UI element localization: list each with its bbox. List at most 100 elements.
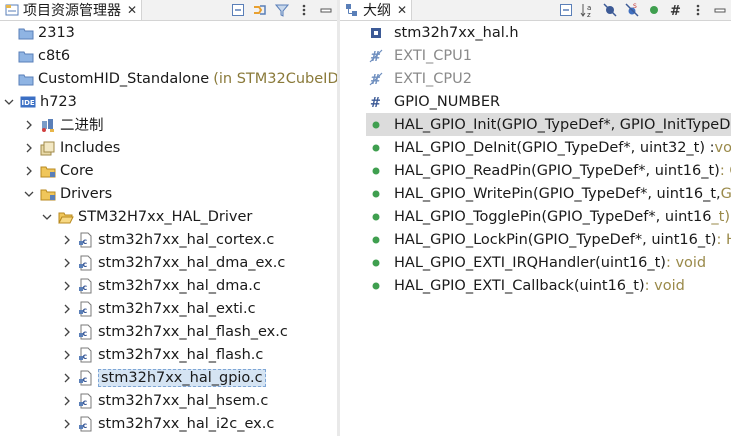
- outline-item-return-type: _t) : void: [711, 208, 731, 225]
- tree-item[interactable]: c stm32h7xx_hal_flash_ex.c: [60, 320, 288, 343]
- filter-icon[interactable]: [274, 2, 290, 18]
- outline-item[interactable]: HAL_GPIO_TogglePin(GPIO_TypeDef*, uint16…: [368, 205, 731, 228]
- tree-item[interactable]: c stm32h7xx_hal_gpio.c: [60, 366, 266, 389]
- function-icon: [368, 278, 384, 294]
- tree-item[interactable]: STM32H7xx_HAL_Driver: [40, 205, 252, 228]
- tree-item[interactable]: c stm32h7xx_hal_i2c_ex.c: [60, 412, 274, 435]
- tab-project-explorer[interactable]: 项目资源管理器 ✕: [0, 0, 143, 20]
- chevron-right-icon[interactable]: [60, 325, 74, 339]
- chevron-right-icon[interactable]: [60, 348, 74, 362]
- view-menu-icon[interactable]: [296, 2, 312, 18]
- outline-item[interactable]: HAL_GPIO_EXTI_IRQHandler(uint16_t) : voi…: [368, 251, 706, 274]
- tree-item[interactable]: IDE h723: [2, 90, 77, 113]
- chevron-right-icon[interactable]: [60, 279, 74, 293]
- function-icon: [368, 232, 384, 248]
- tree-item-label: CustomHID_Standalone: [38, 70, 210, 87]
- tree-item[interactable]: CustomHID_Standalone(in STM32CubeIDE): [18, 67, 337, 90]
- function-icon: [368, 186, 384, 202]
- svg-text:c: c: [83, 329, 88, 338]
- svg-text:#: #: [670, 4, 681, 17]
- svg-text:c: c: [83, 375, 88, 384]
- outline-item[interactable]: stm32h7xx_hal.h: [368, 21, 519, 44]
- chevron-down-icon[interactable]: [40, 210, 54, 224]
- outline-item-label: HAL_GPIO_Init(GPIO_TypeDef*, GPIO_InitTy…: [394, 116, 731, 133]
- outline-item[interactable]: # EXTI_CPU2: [368, 67, 472, 90]
- svg-text:c: c: [83, 352, 88, 361]
- outline-item[interactable]: HAL_GPIO_EXTI_Callback(uint16_t) : void: [368, 274, 685, 297]
- outline-item-label: HAL_GPIO_TogglePin(GPIO_TypeDef*, uint16: [394, 208, 712, 225]
- tab-outline[interactable]: 大纲 ✕: [340, 0, 413, 20]
- chevron-right-icon[interactable]: [60, 417, 74, 431]
- chevron-right-icon[interactable]: [60, 302, 74, 316]
- project-explorer-toolbar: [227, 0, 337, 20]
- close-icon[interactable]: ✕: [127, 3, 137, 17]
- tree-item[interactable]: c stm32h7xx_hal_cortex.c: [60, 228, 274, 251]
- chevron-right-icon[interactable]: [60, 371, 74, 385]
- tree-item[interactable]: c stm32h7xx_hal_hsem.c: [60, 389, 268, 412]
- close-icon[interactable]: ✕: [397, 3, 407, 17]
- c-file-icon: c: [78, 347, 94, 363]
- tree-item[interactable]: Core: [22, 159, 94, 182]
- chevron-down-icon[interactable]: [22, 187, 36, 201]
- collapse-all-icon[interactable]: [230, 2, 246, 18]
- outline-item-label: GPIO_NUMBER: [394, 93, 501, 110]
- hide-non-public-icon[interactable]: [646, 2, 662, 18]
- project-folder-icon: [18, 71, 34, 87]
- chevron-right-icon[interactable]: [22, 118, 36, 132]
- hide-macros-icon[interactable]: #: [668, 2, 684, 18]
- source-folder-icon: [40, 163, 56, 179]
- outline-item[interactable]: HAL_GPIO_DeInit(GPIO_TypeDef*, uint32_t)…: [368, 136, 731, 159]
- outline-item-return-type: : HAL_StatusTypeDef: [716, 231, 731, 248]
- outline-item[interactable]: HAL_GPIO_WritePin(GPIO_TypeDef*, uint16_…: [368, 182, 731, 205]
- svg-text:#: #: [370, 96, 381, 109]
- chevron-right-icon[interactable]: [60, 233, 74, 247]
- chevron-right-icon[interactable]: [60, 394, 74, 408]
- macro-inactive-icon: #: [368, 48, 384, 64]
- outline-item[interactable]: # EXTI_CPU1: [368, 44, 472, 67]
- hide-static-icon[interactable]: S: [624, 2, 640, 18]
- tab-title: 项目资源管理器: [23, 3, 121, 19]
- c-file-icon: c: [78, 370, 94, 386]
- tree-item[interactable]: Drivers: [22, 182, 112, 205]
- outline-item[interactable]: HAL_GPIO_LockPin(GPIO_TypeDef*, uint16_t…: [368, 228, 731, 251]
- tree-item[interactable]: c stm32h7xx_hal_dma_ex.c: [60, 251, 285, 274]
- tree-item[interactable]: c stm32h7xx_hal_dma.c: [60, 274, 261, 297]
- outline-item[interactable]: HAL_GPIO_Init(GPIO_TypeDef*, GPIO_InitTy…: [366, 113, 731, 136]
- include-icon: [368, 25, 384, 41]
- tree-item-qualifier: (in STM32CubeIDE): [213, 70, 337, 87]
- sort-icon[interactable]: az: [580, 2, 596, 18]
- chevron-right-icon[interactable]: [22, 141, 36, 155]
- view-menu-icon[interactable]: [690, 2, 706, 18]
- c-file-icon: c: [78, 255, 94, 271]
- source-folder-icon: [40, 186, 56, 202]
- tree-item[interactable]: c8t6: [18, 44, 70, 67]
- tree-item[interactable]: 二进制: [22, 113, 104, 136]
- outline-icon: [344, 2, 360, 18]
- chevron-down-icon[interactable]: [2, 95, 16, 109]
- tree-item[interactable]: c stm32h7xx_hal_exti.c: [60, 297, 256, 320]
- minimize-icon[interactable]: [318, 2, 334, 18]
- link-with-editor-icon[interactable]: [252, 2, 268, 18]
- macro-icon: #: [368, 94, 384, 110]
- collapse-all-icon[interactable]: [558, 2, 574, 18]
- tree-item[interactable]: 2313: [18, 21, 75, 44]
- svg-text:c: c: [83, 237, 88, 246]
- function-icon: [368, 209, 384, 225]
- minimize-icon[interactable]: [712, 2, 728, 18]
- svg-text:c: c: [83, 306, 88, 315]
- hide-fields-icon[interactable]: [602, 2, 618, 18]
- tree-item[interactable]: Includes: [22, 136, 120, 159]
- tree-item-label: stm32h7xx_hal_flash.c: [98, 346, 264, 363]
- outline-item-label: HAL_GPIO_DeInit(GPIO_TypeDef*, uint32_t)…: [394, 139, 715, 156]
- chevron-right-icon[interactable]: [60, 256, 74, 270]
- outline-item-label: HAL_GPIO_ReadPin(GPIO_TypeDef*, uint16_t…: [394, 162, 720, 179]
- outline-item[interactable]: HAL_GPIO_ReadPin(GPIO_TypeDef*, uint16_t…: [368, 159, 731, 182]
- tree-item-label: Drivers: [60, 185, 113, 202]
- open-folder-icon: [58, 209, 74, 225]
- function-icon: [368, 163, 384, 179]
- outline-item[interactable]: # GPIO_NUMBER: [368, 90, 500, 113]
- chevron-right-icon[interactable]: [22, 164, 36, 178]
- tree-item-label: stm32h7xx_hal_dma_ex.c: [98, 254, 286, 271]
- tree-item[interactable]: c stm32h7xx_hal_flash.c: [60, 343, 263, 366]
- outline-item-return-type: : GPIO_PinState: [719, 162, 731, 179]
